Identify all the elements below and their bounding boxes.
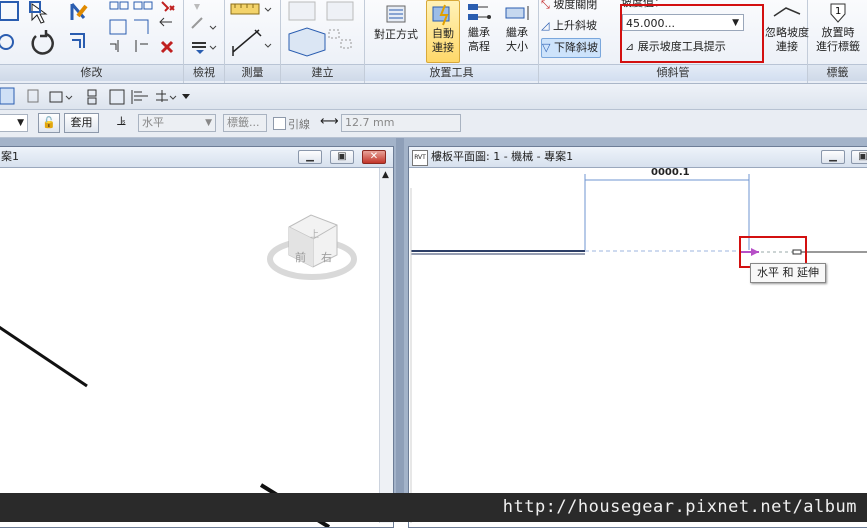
- lock-button[interactable]: 🔓: [38, 113, 60, 133]
- slope-off-button[interactable]: ⤡ 坡度關閉: [541, 0, 597, 14]
- panel-tag: 1 放置時 進行標籤 標籤: [808, 0, 867, 83]
- justify-button[interactable]: 對正方式: [369, 0, 423, 42]
- orientation-icon: ⫡: [117, 114, 126, 129]
- slope-down-button[interactable]: ▽ 下降斜坡: [541, 38, 601, 58]
- auto-connect-button[interactable]: 自動 連接: [426, 0, 460, 63]
- inherit-elevation-icon: [468, 4, 491, 20]
- viewcube-front-label: 前: [295, 251, 306, 264]
- panel-title-sloped-pipe: 傾斜管: [539, 64, 807, 81]
- view-titlebar-3d[interactable]: 案1 ▁ ▣ ✕: [0, 147, 393, 168]
- restore-button[interactable]: ▣: [330, 150, 354, 164]
- snap-tooltip: 水平 和 延伸: [750, 263, 826, 283]
- panel-title-tag: 標籤: [808, 64, 867, 81]
- type-selector-field[interactable]: ▼: [0, 114, 28, 132]
- panel-title-create: 建立: [281, 64, 364, 81]
- modify-tools-icons[interactable]: [0, 0, 183, 62]
- ignore-slope-connect-button[interactable]: 忽略坡度 連接: [765, 0, 809, 54]
- panel-title-measure: 測量: [225, 64, 280, 81]
- dimension-label: 0000.1: [651, 167, 690, 178]
- floor-plan-canvas[interactable]: [409, 168, 867, 523]
- orientation-select[interactable]: 水平 ▼: [138, 114, 216, 132]
- auto-connect-icon: [432, 4, 450, 26]
- revit-view-icon: RVT: [412, 150, 428, 166]
- view-titlebar-floor-plan[interactable]: RVT 樓板平面圖: 1 - 機械 - 專案1 ▁ ▣: [409, 147, 867, 168]
- viewcube-right-label: 右: [321, 251, 332, 264]
- slope-up-button[interactable]: ◿ 上升斜坡: [541, 17, 597, 35]
- panel-title-placement-tools: 放置工具: [365, 64, 538, 81]
- highlight-box-slope-settings: [620, 4, 764, 63]
- slope-down-icon: ▽: [542, 41, 551, 54]
- close-button[interactable]: ✕: [362, 150, 386, 164]
- leader-checkbox[interactable]: [273, 117, 286, 130]
- view-tools-icons[interactable]: [188, 0, 222, 62]
- minimize-icon: ▁: [829, 151, 837, 162]
- view-title-3d: 案1: [1, 150, 19, 163]
- viewcube[interactable]: [267, 203, 359, 289]
- view-control-icons[interactable]: [0, 86, 200, 108]
- panel-modify: 修改: [0, 0, 184, 83]
- scroll-up-icon: ▲: [382, 170, 389, 180]
- workspace: 案1 ▁ ▣ ✕ ▲ 前 右 上 RVT 樓板平面圖: 1 - 機械 - 專案1: [0, 138, 867, 528]
- view-window-3d[interactable]: 案1 ▁ ▣ ✕ ▲ 前 右 上: [0, 146, 394, 528]
- chevron-down-icon: ▼: [17, 118, 24, 128]
- panel-placement-tools: 對正方式 自動 連接 繼承 高程 繼承 大小 放置工具: [365, 0, 539, 83]
- panel-measure: 測量: [225, 0, 281, 83]
- tag-icon: 1: [830, 3, 846, 23]
- quick-toolbar: [0, 84, 867, 110]
- tag-field[interactable]: 標籤...: [223, 114, 267, 132]
- inherit-size-icon: [505, 6, 529, 20]
- leader-length-field[interactable]: 12.7 mm: [341, 114, 461, 132]
- close-icon: ✕: [369, 151, 379, 162]
- minimize-button[interactable]: ▁: [821, 150, 845, 164]
- options-bar: ▼ 🔓 套用 ⫡ 水平 ▼ 標籤... 引線 ⟷ 12.7 mm: [0, 110, 867, 138]
- ribbon: 修改 檢視 測量 建立 對正方式 自動 連接 繼承 高程 繼承 大小 放置工具 …: [0, 0, 867, 84]
- svg-text:1: 1: [835, 6, 841, 17]
- restore-icon: ▣: [337, 151, 347, 162]
- create-tools-icons[interactable]: [285, 0, 361, 62]
- leader-label: 引線: [288, 118, 310, 131]
- slope-off-icon: ⤡: [541, 0, 550, 11]
- restore-button[interactable]: ▣: [851, 150, 867, 164]
- view-window-floor-plan[interactable]: RVT 樓板平面圖: 1 - 機械 - 專案1 ▁ ▣ 0000.1: [408, 146, 867, 528]
- leader-length-icon: ⟷: [320, 114, 339, 129]
- inherit-elevation-button[interactable]: 繼承 高程: [462, 0, 496, 54]
- watermark-text: http://housegear.pixnet.net/album: [502, 497, 857, 517]
- justify-icon: [386, 5, 406, 23]
- watermark-bar: http://housegear.pixnet.net/album: [0, 493, 867, 522]
- chevron-down-icon: ▼: [205, 118, 212, 128]
- restore-icon: ▣: [858, 151, 867, 162]
- panel-title-modify: 修改: [0, 64, 183, 81]
- inherit-size-button[interactable]: 繼承 大小: [499, 0, 535, 54]
- ignore-slope-icon: [773, 7, 801, 17]
- lock-icon: 🔓: [42, 116, 56, 129]
- tag-on-place-button[interactable]: 1 放置時 進行標籤: [810, 0, 866, 54]
- minimize-button[interactable]: ▁: [298, 150, 322, 164]
- minimize-icon: ▁: [306, 151, 314, 162]
- window-splitter[interactable]: [396, 138, 404, 522]
- vertical-scrollbar[interactable]: ▲: [379, 168, 393, 523]
- viewcube-top-label: 上: [310, 230, 320, 240]
- panel-create: 建立: [281, 0, 365, 83]
- apply-button[interactable]: 套用: [64, 113, 99, 133]
- slope-up-icon: ◿: [541, 19, 550, 32]
- panel-title-view: 檢視: [184, 64, 224, 81]
- measure-tools-icons[interactable]: [229, 0, 277, 62]
- panel-view: 檢視: [184, 0, 225, 83]
- view-title-floor-plan: 樓板平面圖: 1 - 機械 - 專案1: [431, 150, 574, 163]
